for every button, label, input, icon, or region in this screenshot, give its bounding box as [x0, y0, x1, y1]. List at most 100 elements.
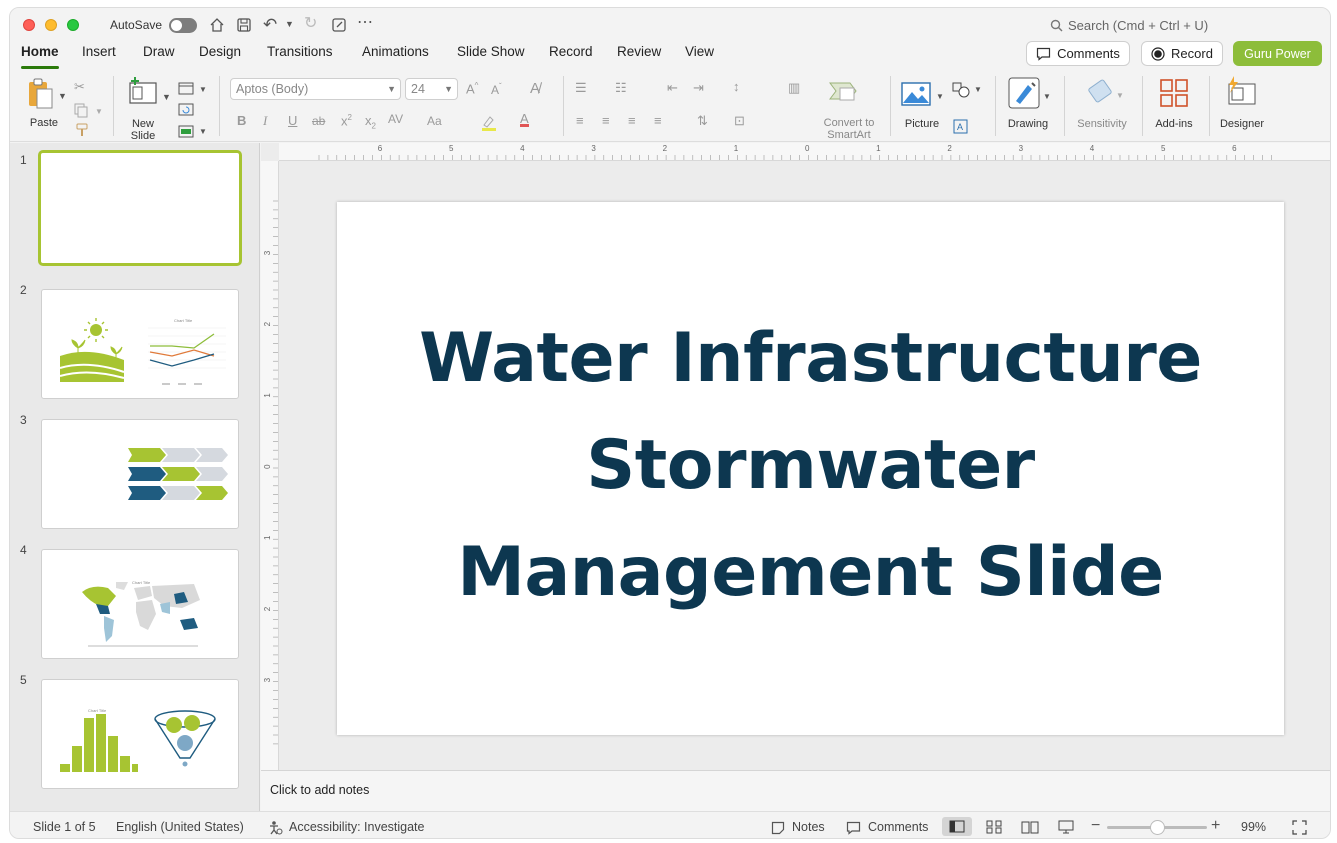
drawing-dropdown-icon[interactable]: ▼	[1043, 93, 1051, 101]
ruler-label: 5	[1161, 144, 1166, 153]
slide-number-4: 4	[20, 543, 27, 557]
guru-power-label: Guru Power	[1244, 46, 1311, 61]
add-ins-icon[interactable]	[1159, 78, 1189, 108]
redo-icon: ↻	[304, 15, 318, 32]
slide-thumbnail-1[interactable]	[38, 150, 242, 266]
zoom-slider[interactable]	[1107, 820, 1207, 835]
superscript-icon: x2	[341, 113, 352, 129]
shapes-icon[interactable]	[952, 82, 970, 98]
comments-status-button[interactable]: Comments	[868, 820, 928, 834]
strikethrough-icon: ab	[312, 114, 326, 128]
layout-dropdown-icon[interactable]: ▼	[199, 86, 207, 94]
picture-dropdown-icon[interactable]: ▼	[936, 93, 944, 101]
tab-design[interactable]: Design	[199, 44, 241, 59]
paste-icon[interactable]	[26, 78, 56, 110]
record-button[interactable]: Record	[1141, 41, 1223, 66]
accessibility-status[interactable]: Accessibility: Investigate	[289, 820, 424, 834]
slide-thumbnail-4[interactable]: Chart Title	[41, 549, 239, 659]
zoom-in-button[interactable]: +	[1211, 817, 1220, 835]
fit-to-window-icon[interactable]	[1292, 820, 1307, 835]
text-box-icon[interactable]: A	[953, 119, 968, 134]
tab-view[interactable]: View	[685, 44, 714, 59]
ruler-label: 2	[263, 321, 272, 326]
vertical-ruler: 3 2 1 0 1 2 3	[261, 161, 279, 770]
notes-pane[interactable]: Click to add notes	[261, 770, 1330, 811]
undo-dropdown-icon[interactable]: ▼	[285, 20, 294, 29]
font-size-combo[interactable]: 24 ▼	[405, 78, 458, 100]
line-chart-thumbnail	[148, 327, 226, 385]
close-window-button[interactable]	[23, 19, 35, 31]
ruler-label: 2	[947, 144, 952, 153]
guru-power-button[interactable]: Guru Power	[1233, 41, 1322, 66]
comments-button-label: Comments	[1057, 46, 1120, 61]
paste-dropdown-icon[interactable]: ▼	[58, 92, 67, 101]
layout-icon[interactable]	[178, 82, 194, 95]
ruler-label: 6	[1232, 144, 1237, 153]
undo-icon[interactable]: ↶	[263, 16, 277, 33]
zoom-level[interactable]: 99%	[1241, 820, 1266, 834]
language-indicator[interactable]: English (United States)	[116, 820, 244, 834]
font-name-value: Aptos (Body)	[236, 82, 309, 96]
comments-button[interactable]: Comments	[1026, 41, 1130, 66]
slide-thumbnail-pane: 1 2 Chart Title 3 4 Chart Title 5 Chart …	[10, 143, 260, 811]
tab-slide-show[interactable]: Slide Show	[457, 44, 525, 59]
comments-status-icon[interactable]	[846, 821, 861, 835]
tab-review[interactable]: Review	[617, 44, 661, 59]
maximize-window-button[interactable]	[67, 19, 79, 31]
slide-editor: 6 5 4 3 2 1 0 1 2 3 4 5 6 3 2 1 0 1 2 3 Water Infrastructu…	[261, 143, 1330, 770]
slide-thumbnail-5[interactable]: Chart Title	[41, 679, 239, 789]
ruler-label: 1	[263, 535, 272, 540]
accessibility-icon[interactable]	[268, 820, 283, 835]
slide-title[interactable]: Water Infrastructure Stormwater Manageme…	[337, 305, 1284, 626]
more-options-icon[interactable]: ⋯	[357, 15, 373, 31]
current-slide[interactable]: Water Infrastructure Stormwater Manageme…	[337, 202, 1284, 735]
change-case-icon: Aa	[427, 114, 442, 128]
zoom-slider-knob[interactable]	[1149, 820, 1165, 835]
section-icon[interactable]	[178, 125, 194, 138]
designer-icon[interactable]	[1224, 75, 1258, 109]
new-slide-dropdown-icon[interactable]: ▼	[162, 93, 171, 102]
tab-animations[interactable]: Animations	[362, 44, 429, 59]
new-slide-label-1: New	[131, 118, 154, 130]
section-dropdown-icon[interactable]: ▼	[199, 128, 207, 136]
picture-label: Picture	[904, 118, 940, 130]
reading-view-icon[interactable]	[1021, 820, 1039, 834]
ruler-label: 3	[1019, 144, 1024, 153]
search-input[interactable]: Search (Cmd + Ctrl + U)	[1068, 18, 1208, 33]
ruler-label: 6	[378, 144, 383, 153]
ruler-label: 2	[663, 144, 668, 153]
slide-sorter-icon[interactable]	[986, 820, 1002, 834]
drawing-icon[interactable]	[1008, 77, 1040, 109]
slide-thumbnail-3[interactable]	[41, 419, 239, 529]
slide-show-icon[interactable]	[1058, 820, 1074, 834]
drawing-label: Drawing	[1007, 118, 1049, 130]
slide-number-1: 1	[20, 153, 27, 167]
smartart-icon	[829, 82, 857, 101]
tab-record[interactable]: Record	[549, 44, 593, 59]
ribbon-tabs: Home Insert Draw Design Transitions Anim…	[10, 44, 1330, 70]
shapes-dropdown-icon[interactable]: ▼	[974, 86, 982, 94]
picture-icon[interactable]	[901, 82, 931, 106]
align-center-icon: ≡	[602, 113, 610, 128]
slide-thumbnail-2[interactable]: Chart Title	[41, 289, 239, 399]
reset-icon[interactable]	[178, 103, 194, 116]
save-icon[interactable]	[236, 17, 252, 33]
normal-view-button[interactable]	[942, 817, 972, 836]
columns-icon: ▥	[788, 80, 801, 95]
home-ribbon: ▼ Paste ✂ ▼ ▼ New Slide ▼ ▼ Aptos (Body)…	[10, 70, 1330, 142]
slide-number-2: 2	[20, 283, 27, 297]
font-name-combo[interactable]: Aptos (Body) ▼	[230, 78, 401, 100]
notes-button[interactable]: Notes	[792, 820, 825, 834]
tab-draw[interactable]: Draw	[143, 44, 175, 59]
customize-toolbar-icon[interactable]	[331, 17, 347, 33]
tab-insert[interactable]: Insert	[82, 44, 116, 59]
notes-icon[interactable]	[771, 821, 785, 835]
slide-number-3: 3	[20, 413, 27, 427]
home-icon[interactable]	[209, 17, 225, 33]
tab-transitions[interactable]: Transitions	[267, 44, 333, 59]
tab-home[interactable]: Home	[21, 44, 59, 69]
new-slide-icon[interactable]	[127, 76, 159, 106]
autosave-toggle[interactable]	[169, 18, 197, 33]
zoom-out-button[interactable]: −	[1091, 817, 1100, 835]
minimize-window-button[interactable]	[45, 19, 57, 31]
